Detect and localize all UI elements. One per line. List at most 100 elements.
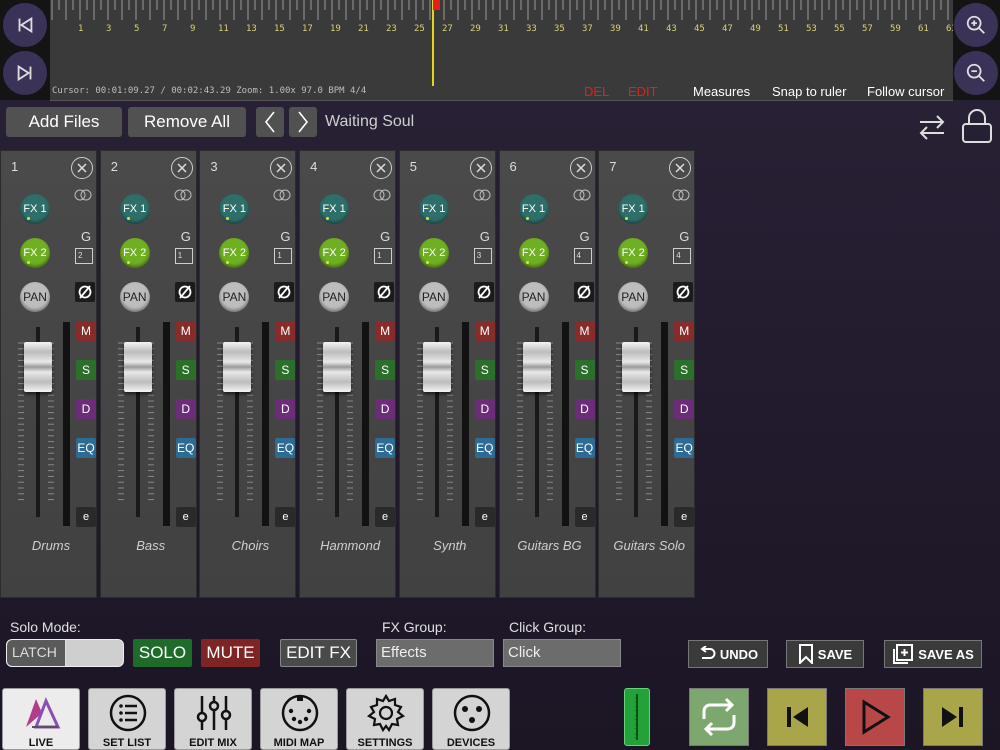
tab-devices[interactable]: DEVICES <box>432 688 510 750</box>
solo-track-button[interactable]: S <box>375 360 396 380</box>
phase-invert-button[interactable] <box>673 282 694 302</box>
solo-track-button[interactable]: S <box>574 360 595 380</box>
mute-track-button[interactable]: M <box>474 321 495 341</box>
fx1-knob[interactable]: FX 1 <box>618 194 649 224</box>
remove-track-button[interactable] <box>469 157 492 179</box>
eq-track-button[interactable]: EQ <box>674 438 695 458</box>
volume-fader[interactable] <box>123 342 152 392</box>
solo-track-button[interactable]: S <box>474 360 495 380</box>
remove-all-button[interactable]: Remove All <box>128 107 246 137</box>
eq-track-button[interactable]: EQ <box>275 438 296 458</box>
volume-fader[interactable] <box>24 342 52 392</box>
volume-fader[interactable] <box>422 342 451 392</box>
phase-invert-button[interactable] <box>274 282 295 302</box>
e-track-button[interactable]: e <box>574 507 595 527</box>
d-track-button[interactable]: D <box>375 399 396 419</box>
e-track-button[interactable]: e <box>175 507 196 527</box>
next-marker-button[interactable] <box>923 688 983 746</box>
volume-fader[interactable] <box>622 342 651 392</box>
eq-track-button[interactable]: EQ <box>574 438 595 458</box>
fx2-knob[interactable]: FX 2 <box>518 238 549 268</box>
fx1-knob[interactable]: FX 1 <box>319 194 350 224</box>
next-song-button[interactable] <box>289 107 317 137</box>
playhead-cursor[interactable] <box>432 0 434 86</box>
tab-settings[interactable]: SETTINGS <box>346 688 424 750</box>
playhead-marker[interactable] <box>433 0 440 10</box>
group-number-field[interactable]: 4 <box>673 248 692 264</box>
skip-end-button[interactable] <box>3 51 47 95</box>
previous-marker-button[interactable] <box>767 688 827 746</box>
tab-midi-map[interactable]: MIDI MAP <box>260 688 338 750</box>
pan-knob[interactable]: PAN <box>20 282 50 312</box>
group-number-field[interactable]: 1 <box>174 248 193 264</box>
lock-icon[interactable] <box>960 108 994 144</box>
e-track-button[interactable]: e <box>375 507 396 527</box>
snap-to-ruler-toggle[interactable]: Snap to ruler <box>772 84 846 99</box>
mute-track-button[interactable]: M <box>275 321 296 341</box>
remove-track-button[interactable] <box>569 157 592 179</box>
pan-knob[interactable]: PAN <box>518 282 549 312</box>
edit-toggle[interactable]: EDIT <box>628 84 658 99</box>
fx2-knob[interactable]: FX 2 <box>119 238 150 268</box>
fx1-knob[interactable]: FX 1 <box>418 194 449 224</box>
d-track-button[interactable]: D <box>76 399 96 419</box>
remove-track-button[interactable] <box>370 157 393 179</box>
fx1-knob[interactable]: FX 1 <box>518 194 549 224</box>
timeline[interactable]: 1 3 5 7 9 11 13 15 17 19 21 23 25 27 29 31 33 35 37 39 41 43 4… <box>50 0 985 101</box>
remove-track-button[interactable] <box>270 157 293 179</box>
group-number-field[interactable]: 3 <box>473 248 492 264</box>
solo-track-button[interactable]: S <box>175 360 196 380</box>
volume-fader[interactable] <box>323 342 352 392</box>
e-track-button[interactable]: e <box>275 507 296 527</box>
mute-track-button[interactable]: M <box>574 321 595 341</box>
mute-track-button[interactable]: M <box>76 321 96 341</box>
follow-cursor-toggle[interactable]: Follow cursor <box>867 84 944 99</box>
stereo-link-icon[interactable] <box>272 189 292 201</box>
del-toggle[interactable]: DEL <box>584 84 609 99</box>
click-group-field[interactable]: Click <box>503 639 621 667</box>
latch-toggle[interactable]: LATCH <box>6 639 124 667</box>
add-files-button[interactable]: Add Files <box>6 107 122 137</box>
pan-knob[interactable]: PAN <box>418 282 449 312</box>
phase-invert-button[interactable] <box>374 282 395 302</box>
loop-button[interactable] <box>689 688 749 746</box>
volume-fader[interactable] <box>223 342 252 392</box>
pan-knob[interactable]: PAN <box>219 282 250 312</box>
group-number-field[interactable]: 2 <box>75 248 93 264</box>
solo-button[interactable]: SOLO <box>133 639 192 667</box>
mute-track-button[interactable]: M <box>375 321 396 341</box>
d-track-button[interactable]: D <box>674 399 695 419</box>
d-track-button[interactable]: D <box>574 399 595 419</box>
fx2-knob[interactable]: FX 2 <box>219 238 250 268</box>
save-as-button[interactable]: SAVE AS <box>884 640 982 668</box>
eq-track-button[interactable]: EQ <box>474 438 495 458</box>
remove-track-button[interactable] <box>669 157 692 179</box>
undo-button[interactable]: UNDO <box>688 640 768 668</box>
stereo-link-icon[interactable] <box>173 189 193 201</box>
timeline-ruler[interactable] <box>50 0 953 40</box>
group-number-field[interactable]: 4 <box>573 248 592 264</box>
eq-track-button[interactable]: EQ <box>375 438 396 458</box>
measures-toggle[interactable]: Measures <box>693 84 750 99</box>
phase-invert-button[interactable] <box>473 282 494 302</box>
pan-knob[interactable]: PAN <box>319 282 350 312</box>
eq-track-button[interactable]: EQ <box>76 438 96 458</box>
phase-invert-button[interactable] <box>573 282 594 302</box>
phase-invert-button[interactable] <box>174 282 195 302</box>
stereo-link-icon[interactable] <box>671 189 691 201</box>
fx-group-field[interactable]: Effects <box>376 639 494 667</box>
group-number-field[interactable]: 1 <box>274 248 293 264</box>
stereo-link-icon[interactable] <box>73 189 93 201</box>
solo-track-button[interactable]: S <box>76 360 96 380</box>
solo-track-button[interactable]: S <box>674 360 695 380</box>
mute-track-button[interactable]: M <box>674 321 695 341</box>
e-track-button[interactable]: e <box>76 507 96 527</box>
pan-knob[interactable]: PAN <box>119 282 150 312</box>
remove-track-button[interactable] <box>170 157 193 179</box>
e-track-button[interactable]: e <box>474 507 495 527</box>
eq-track-button[interactable]: EQ <box>175 438 196 458</box>
stereo-link-icon[interactable] <box>372 189 392 201</box>
group-number-field[interactable]: 1 <box>374 248 393 264</box>
e-track-button[interactable]: e <box>674 507 695 527</box>
edit-fx-button[interactable]: EDIT FX <box>280 639 357 667</box>
